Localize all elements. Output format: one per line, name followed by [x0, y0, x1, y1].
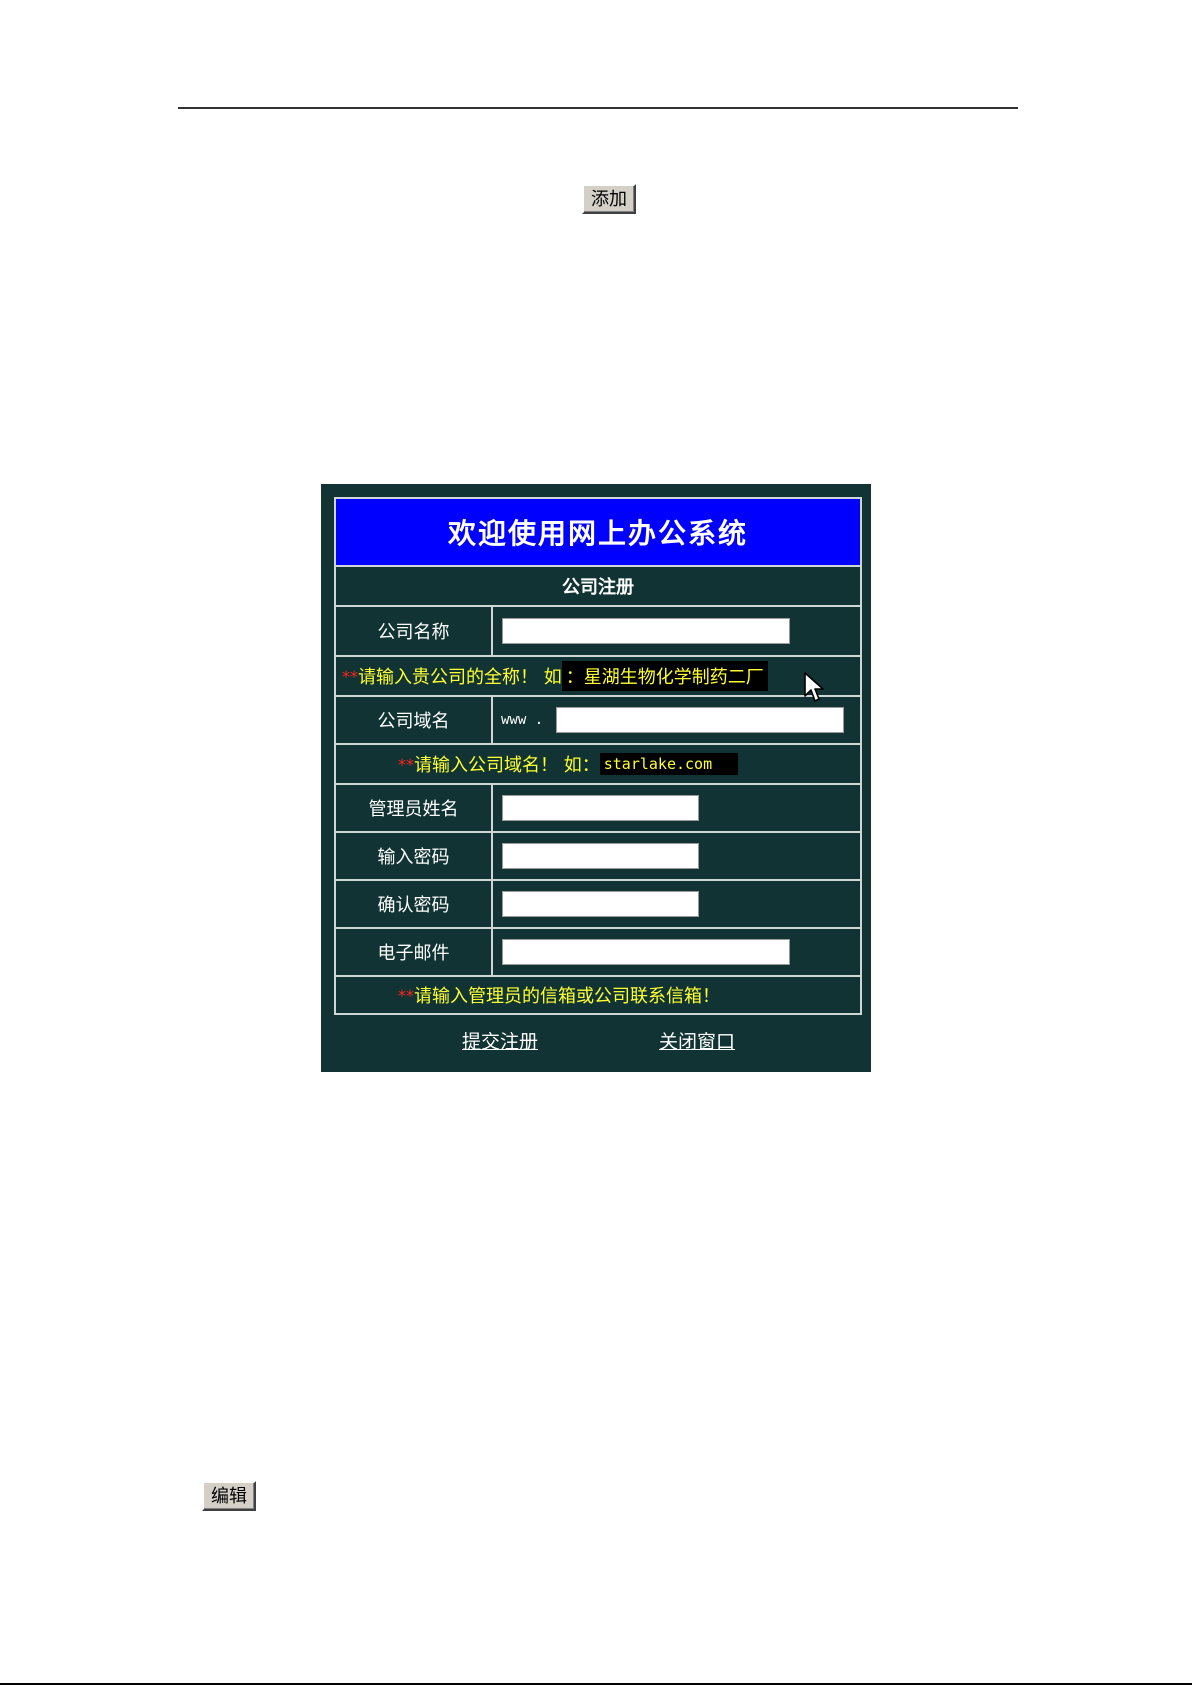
edit-button[interactable]: 编辑: [202, 1481, 256, 1511]
domain-row: 公司域名 www .: [336, 697, 860, 745]
confirm-password-input[interactable]: [502, 891, 699, 917]
registration-panel: 欢迎使用网上办公系统 公司注册 公司名称 ** 请输入贵公司的全称！ 如 ：星湖…: [321, 484, 871, 1072]
company-name-input[interactable]: [502, 618, 790, 644]
form-title: 欢迎使用网上办公系统: [447, 517, 748, 550]
close-window-link[interactable]: 关闭窗口: [659, 1027, 735, 1054]
form-actions: 提交注册 关闭窗口: [321, 1027, 871, 1057]
domain-prefix: www .: [501, 712, 544, 728]
email-row: 电子邮件: [336, 929, 860, 977]
password-row: 输入密码: [336, 833, 860, 881]
hint-text: 请输入管理员的信箱或公司联系信箱！: [414, 986, 720, 1007]
email-hint: ** 请输入管理员的信箱或公司联系信箱！: [336, 977, 860, 1013]
email-cell: [493, 929, 860, 975]
form-subtitle: 公司注册: [562, 577, 634, 598]
submit-link[interactable]: 提交注册: [462, 1027, 538, 1054]
mouse-pointer-icon: [804, 672, 824, 702]
company-name-row: 公司名称: [336, 607, 860, 657]
hint-stars: **: [342, 666, 358, 686]
domain-label: 公司域名: [336, 697, 493, 743]
confirm-label: 确认密码: [336, 881, 493, 927]
admin-label: 管理员姓名: [336, 785, 493, 831]
company-name-hint: ** 请输入贵公司的全称！ 如 ：星湖生物化学制药二厂: [336, 657, 860, 697]
admin-row: 管理员姓名: [336, 785, 860, 833]
admin-name-input[interactable]: [502, 795, 699, 821]
company-name-cell: [493, 607, 860, 655]
password-cell: [493, 833, 860, 879]
hint-example: ：星湖生物化学制药二厂: [561, 661, 768, 691]
email-input[interactable]: [502, 939, 790, 965]
hint-example: starlake.com: [599, 753, 739, 775]
registration-form: 欢迎使用网上办公系统 公司注册 公司名称 ** 请输入贵公司的全称！ 如 ：星湖…: [334, 497, 862, 1015]
form-title-bar: 欢迎使用网上办公系统: [336, 499, 860, 567]
hint-stars: **: [398, 985, 414, 1005]
header-rule: [178, 107, 1018, 109]
form-subtitle-bar: 公司注册: [336, 567, 860, 607]
hint-text: 请输入贵公司的全称！ 如: [358, 667, 562, 688]
confirm-row: 确认密码: [336, 881, 860, 929]
password-input[interactable]: [502, 843, 699, 869]
domain-input[interactable]: [556, 707, 844, 733]
confirm-cell: [493, 881, 860, 927]
hint-stars: **: [398, 754, 414, 774]
hint-text: 请输入公司域名！ 如：: [414, 755, 600, 776]
admin-cell: [493, 785, 860, 831]
password-label: 输入密码: [336, 833, 493, 879]
add-button[interactable]: 添加: [582, 184, 636, 214]
email-label: 电子邮件: [336, 929, 493, 975]
company-name-label: 公司名称: [336, 607, 493, 655]
domain-hint: ** 请输入公司域名！ 如： starlake.com: [336, 745, 860, 785]
